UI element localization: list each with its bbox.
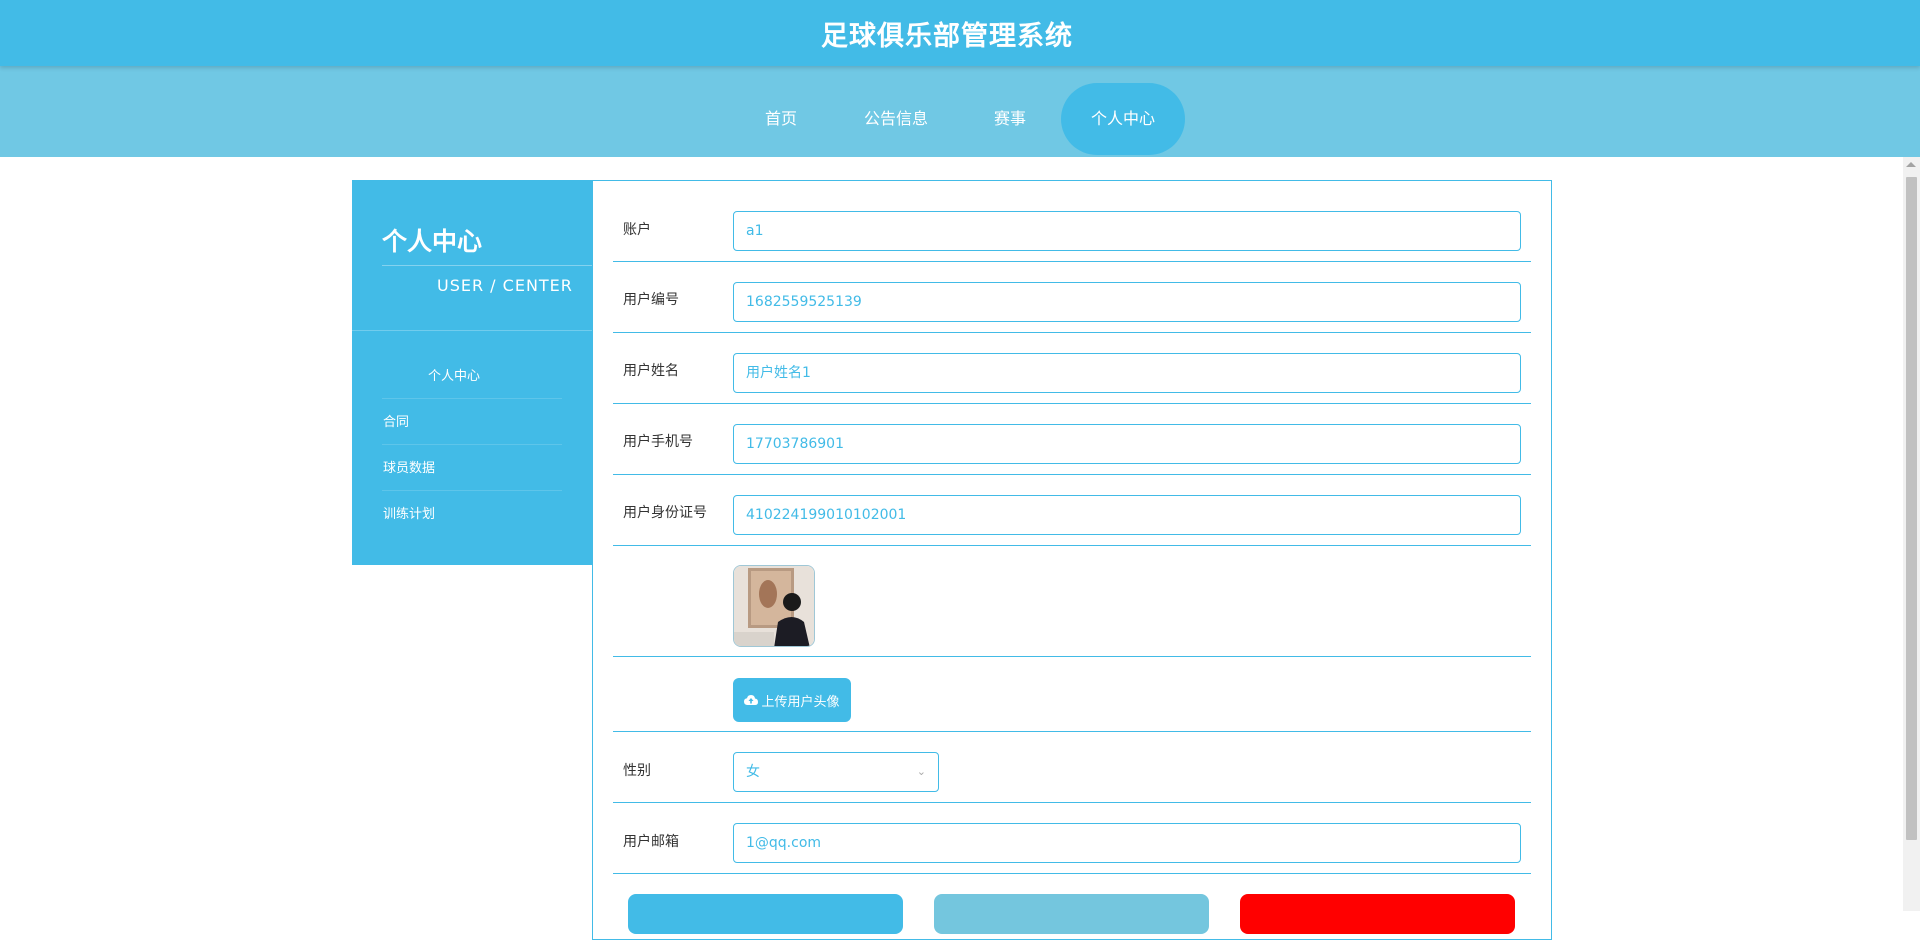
user-id-label: 用户编号 [623,292,679,308]
sidebar: 个人中心 USER / CENTER 个人中心 合同 球员数据 训练计划 [352,180,592,565]
row-divider [613,403,1531,404]
sidebar-title: 个人中心 [382,227,483,256]
row-divider [613,656,1531,657]
sidebar-subtitle: USER / CENTER [437,276,573,295]
logout-button[interactable] [1240,894,1515,934]
phone-label: 用户手机号 [623,434,693,450]
nav-announcements[interactable]: 公告信息 [851,83,941,155]
row-divider [613,873,1531,874]
sidebar-divider [352,330,592,331]
row-divider [613,332,1531,333]
app-title: 足球俱乐部管理系统 [821,20,1073,52]
id-card-label: 用户身份证号 [623,505,707,521]
change-password-button[interactable] [934,894,1209,934]
row-divider [613,731,1531,732]
row-divider [613,545,1531,546]
sidebar-separator [382,398,562,399]
chevron-down-icon: ⌄ [916,765,926,778]
sidebar-item-player-data[interactable]: 球员数据 [383,457,435,476]
row-divider [613,802,1531,803]
gender-value: 女 [746,764,760,780]
id-card-input[interactable]: 410224199010102001 [733,495,1521,535]
gender-select[interactable]: 女 ⌄ [733,752,939,792]
sidebar-item-training-plan[interactable]: 训练计划 [383,503,435,522]
row-divider [613,474,1531,475]
sidebar-separator [382,444,562,445]
scroll-up-arrow-icon[interactable] [1906,162,1916,167]
account-input[interactable]: a1 [733,211,1521,251]
nav-personal-center[interactable]: 个人中心 [1061,83,1185,155]
user-id-input[interactable]: 1682559525139 [733,282,1521,322]
account-label: 账户 [623,222,651,238]
email-label: 用户邮箱 [623,834,679,850]
sidebar-item-contract[interactable]: 合同 [383,411,409,430]
update-info-button[interactable] [628,894,903,934]
header-bar: 足球俱乐部管理系统 [0,0,1920,66]
user-avatar [733,565,815,647]
phone-input[interactable]: 17703786901 [733,424,1521,464]
upload-avatar-button[interactable]: 上传用户头像 [733,678,851,722]
sidebar-item-personal-center[interactable]: 个人中心 [428,365,480,384]
upload-avatar-label: 上传用户头像 [761,694,840,710]
email-input[interactable]: 1@qq.com [733,823,1521,863]
user-name-input[interactable]: 用户姓名1 [733,353,1521,393]
profile-form: 账户 a1 用户编号 1682559525139 用户姓名 用户姓名1 用户手机… [592,180,1552,940]
user-name-label: 用户姓名 [623,363,679,379]
scrollbar-thumb[interactable] [1906,177,1917,840]
cloud-upload-icon [744,695,759,705]
avatar-photo [734,566,814,646]
nav-home[interactable]: 首页 [745,83,817,155]
main-nav: 首页 公告信息 赛事 个人中心 [0,66,1920,157]
nav-matches[interactable]: 赛事 [980,83,1040,155]
row-divider [613,261,1531,262]
sidebar-separator [382,490,562,491]
gender-label: 性别 [623,763,651,779]
sidebar-divider [382,265,592,266]
